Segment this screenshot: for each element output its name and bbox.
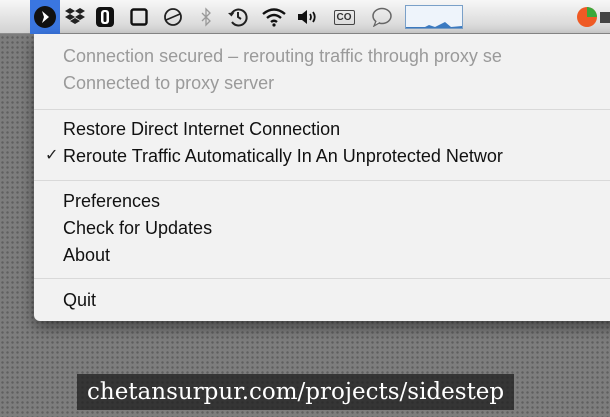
about-item[interactable]: About: [34, 241, 610, 269]
status-connection-secured: Connection secured – rerouting traffic t…: [63, 46, 502, 66]
dropbox-icon[interactable]: [62, 0, 88, 34]
chat-bubble-icon[interactable]: [368, 0, 396, 34]
time-machine-icon[interactable]: [224, 0, 252, 34]
status-connected-proxy: Connected to proxy server: [63, 73, 275, 93]
url-caption: chetansurpur.com/projects/sidestep: [77, 374, 515, 410]
co-label: CO: [333, 9, 355, 25]
timer-icon[interactable]: [160, 0, 186, 34]
volume-icon[interactable]: [294, 0, 322, 34]
pie-chart-icon[interactable]: [572, 0, 602, 34]
restore-direct-connection-item[interactable]: Restore Direct Internet Connection: [34, 115, 610, 143]
reroute-automatically-item[interactable]: ✓ Reroute Traffic Automatically In An Un…: [34, 142, 610, 170]
checkmark-icon: ✓: [45, 147, 59, 164]
menu-bar: CO: [0, 0, 610, 34]
wifi-icon[interactable]: [258, 0, 290, 34]
activity-graph-icon[interactable]: [402, 0, 466, 34]
bluetooth-icon[interactable]: [196, 0, 216, 34]
menu-separator: [34, 109, 610, 110]
menu-separator: [34, 180, 610, 181]
sidestep-icon[interactable]: [30, 0, 60, 34]
menu-separator: [34, 278, 610, 279]
1password-icon[interactable]: [92, 0, 118, 34]
window-icon[interactable]: [127, 0, 151, 34]
co-icon[interactable]: CO: [330, 0, 358, 34]
sidestep-dropdown-menu: Connection secured – rerouting traffic t…: [34, 34, 610, 321]
check-for-updates-item[interactable]: Check for Updates: [34, 214, 610, 242]
reroute-label: Reroute Traffic Automatically In An Unpr…: [63, 146, 503, 166]
preferences-item[interactable]: Preferences: [34, 187, 610, 215]
quit-item[interactable]: Quit: [34, 286, 610, 314]
battery-icon[interactable]: [600, 0, 610, 34]
